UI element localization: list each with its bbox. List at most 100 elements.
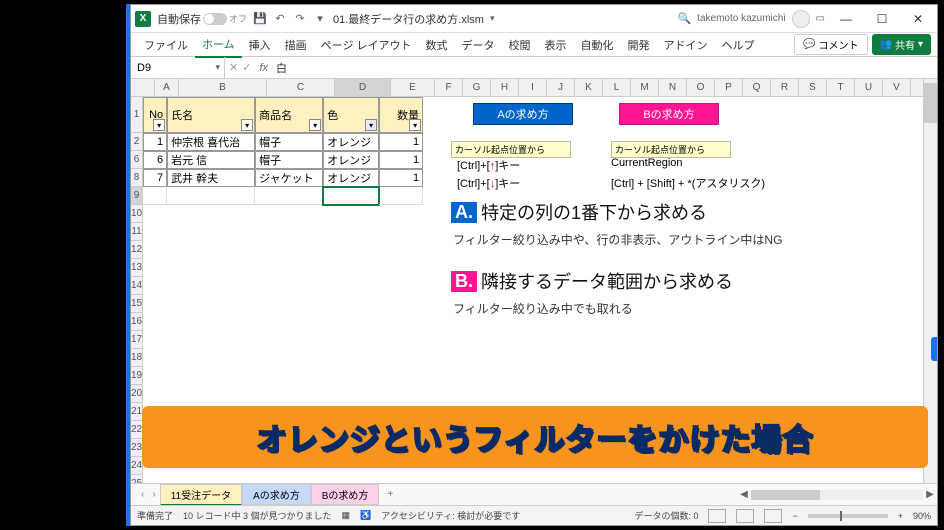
- cell[interactable]: 武井 幹夫: [167, 169, 255, 187]
- col-A[interactable]: A: [155, 79, 179, 96]
- ribbon-mode-icon[interactable]: ▭: [816, 13, 825, 24]
- scroll-right-icon[interactable]: ▶: [923, 489, 937, 500]
- row-25[interactable]: 25: [131, 475, 143, 483]
- cell[interactable]: 7: [143, 169, 167, 187]
- cell[interactable]: 1: [143, 133, 167, 151]
- select-all-corner[interactable]: [131, 79, 155, 96]
- filter-icon[interactable]: ▾: [241, 119, 253, 131]
- tab-addin[interactable]: アドイン: [657, 33, 715, 57]
- cell[interactable]: オレンジ: [323, 169, 379, 187]
- tab-draw[interactable]: 描画: [278, 33, 314, 57]
- active-cell[interactable]: [323, 187, 379, 205]
- zoom-slider[interactable]: [808, 514, 888, 518]
- user-name[interactable]: takemoto kazumichi: [697, 13, 785, 24]
- redo-icon[interactable]: ↷: [293, 12, 307, 26]
- share-button[interactable]: 👥 共有 ▾: [872, 34, 931, 55]
- namebox-dropdown-icon[interactable]: ▾: [215, 62, 224, 73]
- sheet-tab-active[interactable]: 11受注データ: [160, 484, 242, 506]
- col-I[interactable]: I: [519, 79, 547, 96]
- col-H[interactable]: H: [491, 79, 519, 96]
- tab-automate[interactable]: 自動化: [574, 33, 621, 57]
- row-18[interactable]: 18: [131, 349, 143, 367]
- autosave-toggle[interactable]: 自動保存 オフ: [157, 11, 247, 27]
- col-E[interactable]: E: [391, 79, 435, 96]
- toggle-pill[interactable]: [203, 13, 227, 25]
- minimize-button[interactable]: —: [831, 6, 861, 32]
- close-button[interactable]: ✕: [903, 6, 933, 32]
- cell[interactable]: [143, 187, 167, 205]
- view-layout-icon[interactable]: [736, 509, 754, 523]
- filter-icon[interactable]: ▾: [153, 119, 165, 131]
- col-Q[interactable]: Q: [743, 79, 771, 96]
- hdr-product[interactable]: 商品名▾: [255, 97, 323, 133]
- add-sheet-button[interactable]: +: [379, 489, 401, 500]
- tab-insert[interactable]: 挿入: [242, 33, 278, 57]
- col-S[interactable]: S: [799, 79, 827, 96]
- sheet-nav-right[interactable]: ›: [148, 489, 159, 500]
- sheet-nav-left[interactable]: ‹: [137, 489, 148, 500]
- row-2[interactable]: 2: [131, 133, 143, 151]
- side-handle[interactable]: [931, 337, 937, 361]
- zoom-in-button[interactable]: +: [898, 511, 903, 521]
- filter-active-icon[interactable]: ▾: [365, 119, 377, 131]
- tab-data[interactable]: データ: [455, 33, 502, 57]
- tab-formulas[interactable]: 数式: [419, 33, 455, 57]
- method-a-button[interactable]: Aの求め方: [473, 103, 573, 125]
- row-14[interactable]: 14: [131, 277, 143, 295]
- scrollbar-thumb[interactable]: [924, 83, 937, 123]
- row-20[interactable]: 20: [131, 385, 143, 403]
- col-F[interactable]: F: [435, 79, 463, 96]
- col-G[interactable]: G: [463, 79, 491, 96]
- save-icon[interactable]: 💾: [253, 12, 267, 26]
- row-1[interactable]: 1: [131, 97, 143, 133]
- cell[interactable]: 帽子: [255, 133, 323, 151]
- formula-input[interactable]: 白: [272, 60, 937, 76]
- cell[interactable]: 1: [379, 151, 423, 169]
- col-U[interactable]: U: [855, 79, 883, 96]
- tab-pagelayout[interactable]: ページ レイアウト: [314, 33, 419, 57]
- scrollbar-thumb[interactable]: [751, 490, 820, 500]
- filename-dropdown-icon[interactable]: ▾: [490, 13, 495, 24]
- tab-help[interactable]: ヘルプ: [715, 33, 762, 57]
- row-16[interactable]: 16: [131, 313, 143, 331]
- column-headers[interactable]: A B C D E F G H I J K L M N O P Q R S T: [131, 79, 923, 97]
- cell[interactable]: オレンジ: [323, 133, 379, 151]
- col-D[interactable]: D: [335, 79, 391, 96]
- row-13[interactable]: 13: [131, 259, 143, 277]
- row-9[interactable]: 9: [131, 187, 143, 205]
- cell[interactable]: 1: [379, 133, 423, 151]
- cell[interactable]: [167, 187, 255, 205]
- hdr-qty[interactable]: 数量▾: [379, 97, 423, 133]
- cell[interactable]: 6: [143, 151, 167, 169]
- tab-home[interactable]: ホーム: [195, 32, 242, 58]
- cell[interactable]: [255, 187, 323, 205]
- cell[interactable]: 帽子: [255, 151, 323, 169]
- view-pagebreak-icon[interactable]: [764, 509, 782, 523]
- row-6[interactable]: 6: [131, 151, 143, 169]
- avatar[interactable]: [792, 10, 810, 28]
- horizontal-scrollbar[interactable]: ◀ ▶: [737, 489, 937, 501]
- cell[interactable]: 岩元 信: [167, 151, 255, 169]
- fx-icon[interactable]: fx: [255, 62, 272, 74]
- sheet-tab[interactable]: Aの求め方: [242, 484, 311, 505]
- fx-cancel-icon[interactable]: ✕: [229, 61, 238, 74]
- maximize-button[interactable]: ☐: [867, 6, 897, 32]
- col-M[interactable]: M: [631, 79, 659, 96]
- row-8[interactable]: 8: [131, 169, 143, 187]
- tab-view[interactable]: 表示: [538, 33, 574, 57]
- view-normal-icon[interactable]: [708, 509, 726, 523]
- col-T[interactable]: T: [827, 79, 855, 96]
- row-11[interactable]: 11: [131, 223, 143, 241]
- cell[interactable]: 仲宗根 喜代治: [167, 133, 255, 151]
- cell[interactable]: ジャケット: [255, 169, 323, 187]
- tab-developer[interactable]: 開発: [621, 33, 657, 57]
- col-R[interactable]: R: [771, 79, 799, 96]
- comments-button[interactable]: 💬 コメント: [794, 34, 867, 55]
- tab-review[interactable]: 校閲: [502, 33, 538, 57]
- fx-ok-icon[interactable]: ✓: [242, 61, 251, 74]
- cell[interactable]: オレンジ: [323, 151, 379, 169]
- hdr-no[interactable]: No▾: [143, 97, 167, 133]
- undo-icon[interactable]: ↶: [273, 12, 287, 26]
- macro-icon[interactable]: ▦: [342, 510, 351, 521]
- hdr-name[interactable]: 氏名▾: [167, 97, 255, 133]
